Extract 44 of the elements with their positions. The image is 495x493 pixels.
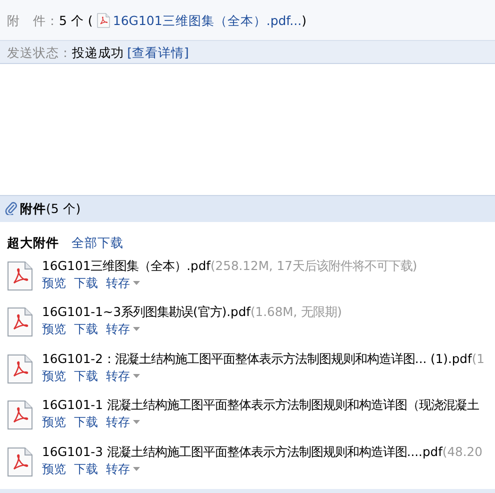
pdf-file-icon	[7, 307, 33, 338]
action-link[interactable]: 预览	[42, 321, 66, 338]
action-link[interactable]: 预览	[42, 414, 66, 430]
action-link[interactable]: 下载	[74, 368, 98, 384]
save-dropdown[interactable]: 转存	[106, 414, 140, 430]
action-link[interactable]: 下载	[74, 321, 98, 338]
section-title: 附件	[20, 201, 46, 216]
field-label: 附 件：	[7, 13, 59, 28]
pdf-icon	[96, 13, 110, 28]
file-name: 16G101-1~3系列图集勘误(官方).pdf(1.68M, 无限期)	[42, 304, 342, 320]
file-name: 16G101-2：混凝土结构施工图平面整体表示方法制图规则和构造详图... (1).pdf(1	[42, 350, 484, 367]
file-name: 16G101-3 混凝土结构施工图平面整体表示方法制图规则和构造详图....pdf(48.20	[42, 444, 482, 460]
save-dropdown[interactable]: 转存	[106, 460, 140, 477]
field-label: 发送状态：	[7, 45, 72, 60]
pdf-file-icon	[7, 400, 33, 430]
caret-icon	[133, 420, 140, 424]
action-link[interactable]: 下载	[74, 274, 98, 291]
action-link[interactable]: 预览	[42, 460, 66, 477]
save-dropdown[interactable]: 转存	[106, 368, 140, 384]
status-value: 投递成功	[72, 45, 124, 60]
save-dropdown[interactable]: 转存	[106, 321, 140, 338]
action-link[interactable]: 预览	[42, 368, 66, 384]
pdf-file-icon	[7, 260, 33, 291]
caret-icon	[133, 280, 140, 285]
file-name: 16G101三维图集（全本）.pdf(258.12M, 17天后该附件将不可下载)	[42, 258, 418, 274]
paren: )	[302, 13, 306, 28]
file-name: 16G101-1 混凝土结构施工图平面整体表示方法制图规则和构造详图（现浇混凝土	[42, 397, 479, 414]
caret-icon	[133, 327, 140, 332]
action-link[interactable]: 下载	[74, 414, 98, 430]
caret-icon	[133, 374, 140, 378]
pdf-file-icon	[7, 354, 33, 384]
save-dropdown[interactable]: 转存	[106, 274, 140, 291]
paperclip-icon	[5, 201, 17, 215]
attachment-count: (5 个)	[46, 201, 81, 216]
action-link[interactable]: 预览	[42, 274, 66, 291]
caret-icon	[133, 466, 140, 471]
attachment-count: 5 个	[59, 13, 85, 28]
action-link[interactable]: 下载	[74, 460, 98, 477]
group-title: 超大附件	[7, 235, 59, 250]
attachment-link[interactable]: 16G101三维图集（全本）.pdf...	[112, 13, 302, 28]
pdf-file-icon	[7, 446, 33, 477]
paren: (	[88, 13, 94, 28]
details-link[interactable]: [查看详情]	[127, 45, 189, 60]
download-all-link[interactable]: 全部下载	[72, 235, 124, 250]
